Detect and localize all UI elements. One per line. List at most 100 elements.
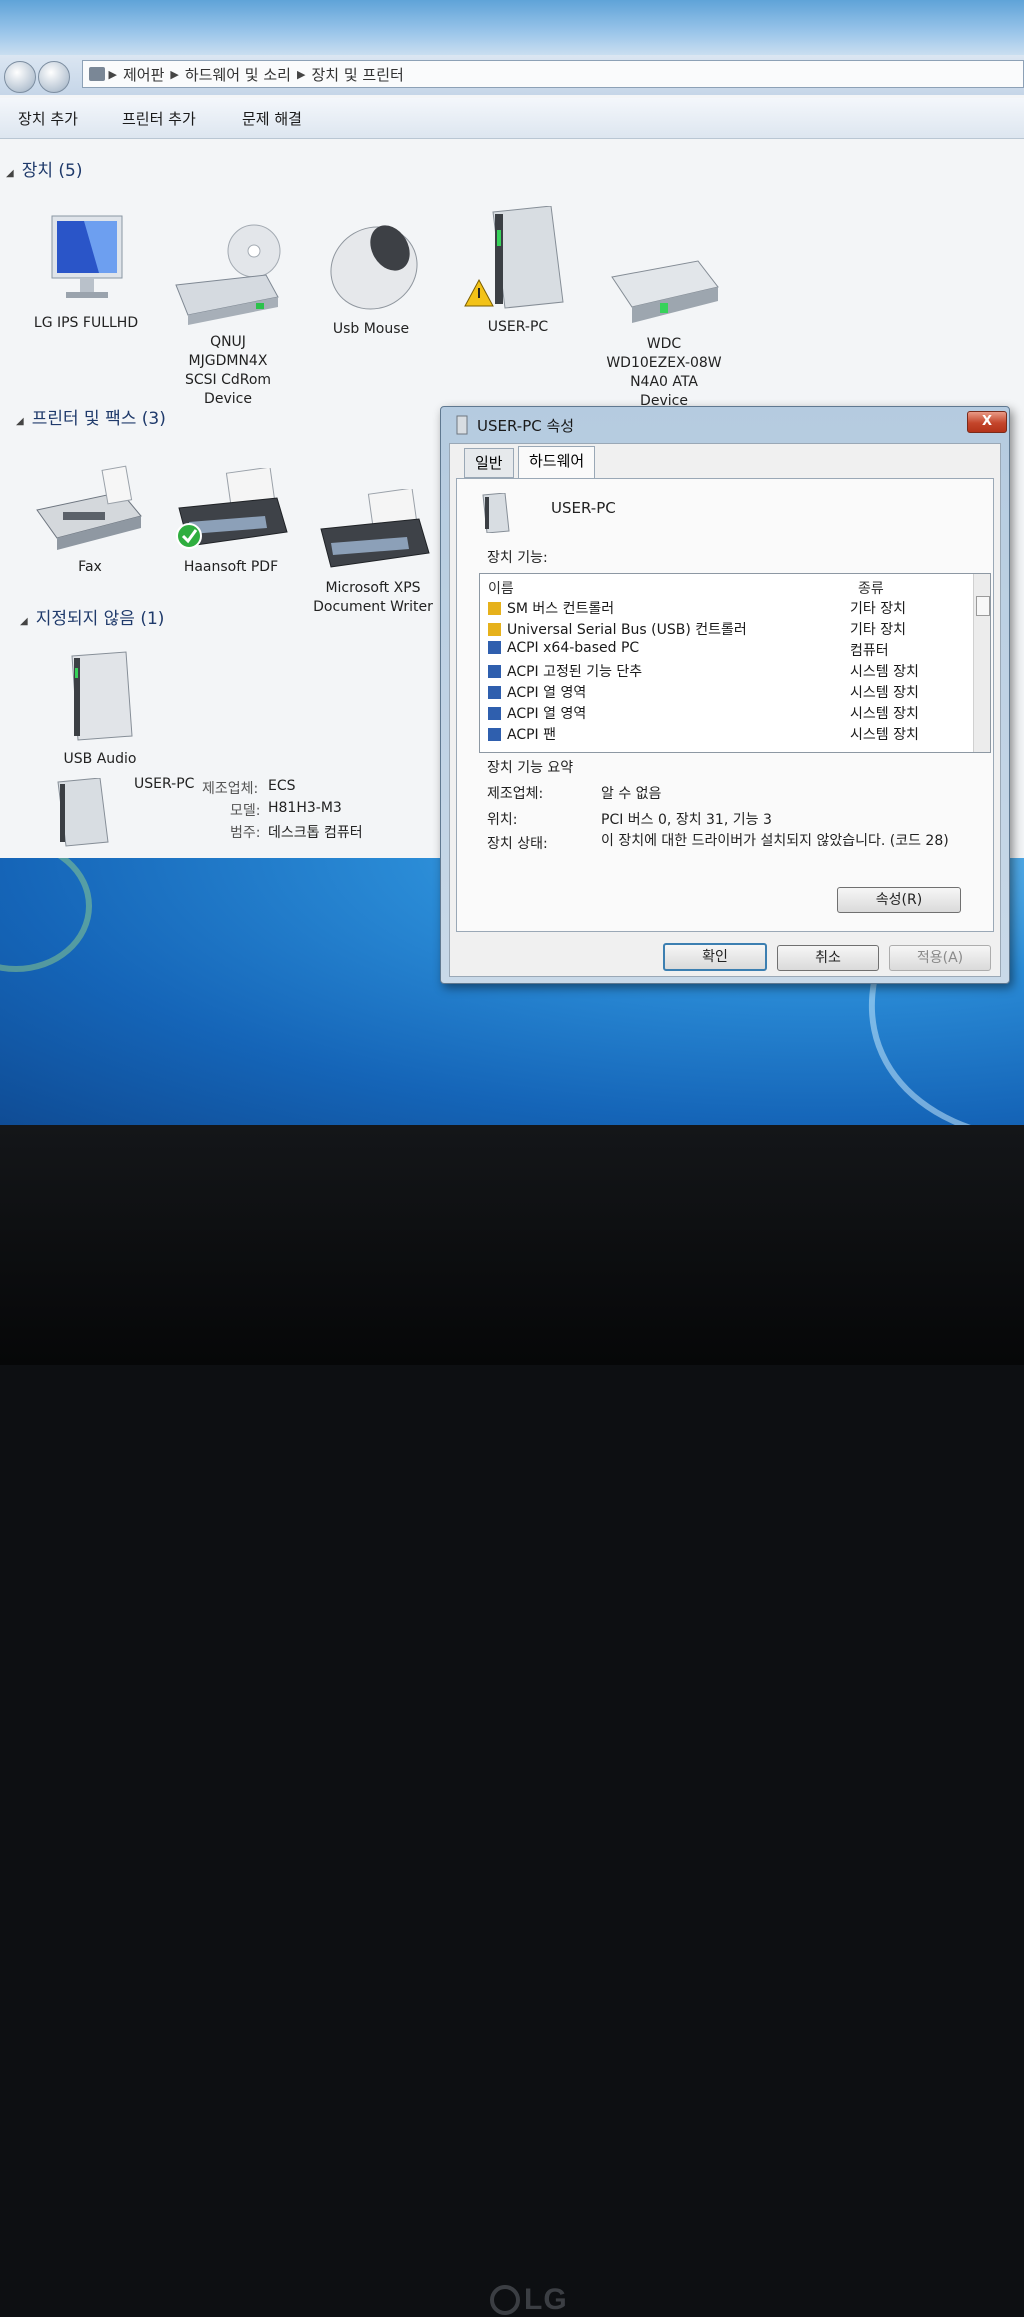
command-bar: 장치 추가 프린터 추가 문제 해결	[0, 98, 1024, 139]
group-devices-header[interactable]: ◢ 장치 (5)	[6, 156, 82, 181]
chevron-right-icon: ▶	[105, 67, 117, 81]
printer-label: Microsoft XPS Document Writer	[313, 580, 433, 615]
column-header-name[interactable]: 이름	[488, 578, 514, 598]
summary-status-label: 장치 상태:	[487, 836, 548, 852]
breadcrumb-devices-printers[interactable]: 장치 및 프린터	[305, 64, 409, 85]
breadcrumb-control-panel[interactable]: 제어판	[117, 64, 170, 85]
row-name: ACPI 팬	[507, 727, 557, 743]
breadcrumb-hardware-sound[interactable]: 하드웨어 및 소리	[179, 64, 297, 85]
cancel-button[interactable]: 취소	[777, 945, 879, 971]
apply-button[interactable]: 적용(A)	[889, 945, 991, 971]
scrollbar-thumb[interactable]	[976, 596, 990, 616]
chevron-right-icon: ▶	[296, 67, 306, 81]
row-type: 시스템 장치	[850, 706, 919, 722]
printer-label: Haansoft PDF	[183, 559, 279, 575]
device-hard-drive[interactable]: WDC WD10EZEX-08W N4A0 ATA Device	[596, 232, 732, 430]
back-button[interactable]	[4, 61, 36, 93]
summary-location-value: PCI 버스 0, 장치 31, 기능 3	[601, 812, 772, 828]
add-device-button[interactable]: 장치 추가	[18, 108, 78, 129]
computer-tower-icon	[456, 415, 468, 435]
row-type: 시스템 장치	[850, 664, 919, 680]
list-item[interactable]: ACPI x64-based PC 컴퓨터	[488, 640, 968, 660]
tab-general-label: 일반	[475, 454, 503, 472]
list-scrollbar[interactable]	[973, 574, 990, 752]
device-functions-list[interactable]: 이름 종류 SM 버스 컨트롤러 기타 장치 Universal Serial …	[479, 573, 991, 753]
tab-hardware-label: 하드웨어	[529, 452, 585, 470]
printer-haansoft-pdf[interactable]: Haansoft PDF	[166, 466, 296, 577]
device-label: QNUJ MJGDMN4X SCSI CdRom Device	[184, 334, 272, 407]
collapse-triangle-icon: ◢	[6, 168, 14, 179]
row-name: SM 버스 컨트롤러	[507, 601, 615, 617]
tab-hardware[interactable]: 하드웨어	[518, 446, 596, 479]
printer-xps-writer[interactable]: Microsoft XPS Document Writer	[308, 470, 438, 636]
list-item[interactable]: ACPI 열 영역 시스템 장치	[488, 682, 968, 702]
details-category-label: 범주:	[230, 825, 261, 841]
group-unspecified-title: 지정되지 않음 (1)	[35, 609, 165, 629]
device-label: Usb Mouse	[332, 321, 410, 337]
details-manufacturer-value: ECS	[268, 778, 296, 794]
warning-device-icon	[488, 602, 501, 615]
ok-button-label: 확인	[702, 949, 728, 965]
printer-fax[interactable]: Fax	[30, 462, 150, 577]
device-label: LG IPS FULLHD	[33, 315, 139, 331]
fax-icon	[36, 465, 142, 550]
summary-manufacturer-label: 제조업체:	[487, 786, 544, 802]
system-device-icon	[488, 728, 501, 741]
cancel-button-label: 취소	[815, 950, 841, 966]
list-item[interactable]: SM 버스 컨트롤러 기타 장치	[488, 598, 968, 618]
device-user-pc[interactable]: USER-PC	[452, 205, 584, 337]
summary-manufacturer-value: 알 수 없음	[601, 786, 662, 802]
usb-audio-device-icon	[71, 651, 133, 741]
forward-button[interactable]	[38, 61, 70, 93]
summary-status-value: 이 장치에 대한 드라이버가 설치되지 않았습니다. (코드 28)	[601, 833, 949, 849]
properties-button[interactable]: 속성(R)	[837, 887, 961, 913]
system-device-icon	[488, 686, 501, 699]
lg-logo: LG	[490, 2283, 568, 2317]
row-type: 기타 장치	[850, 622, 906, 638]
details-manufacturer-label: 제조업체:	[202, 781, 259, 797]
device-mouse[interactable]: Usb Mouse	[308, 214, 434, 339]
cdrom-drive-icon	[175, 224, 281, 325]
column-header-type[interactable]: 종류	[858, 578, 884, 598]
summary-title: 장치 기능 요약	[487, 760, 574, 776]
device-monitor[interactable]: LG IPS FULLHD	[30, 212, 142, 333]
details-model-value: H81H3-M3	[268, 800, 342, 816]
dialog-device-name: USER-PC	[551, 499, 616, 517]
row-name: ACPI 고정된 기능 단추	[507, 664, 643, 680]
device-functions-label: 장치 기능:	[487, 550, 548, 566]
row-type: 시스템 장치	[850, 727, 919, 743]
tab-general[interactable]: 일반	[464, 448, 514, 478]
add-printer-button[interactable]: 프린터 추가	[122, 108, 196, 129]
group-devices-title: 장치 (5)	[21, 161, 83, 181]
group-printers-header[interactable]: ◢ 프린터 및 팩스 (3)	[16, 404, 166, 429]
system-device-icon	[488, 707, 501, 720]
lg-logo-mark	[490, 2285, 520, 2315]
chevron-right-icon: ▶	[170, 67, 179, 81]
printer-icon	[176, 466, 288, 549]
list-item[interactable]: ACPI 팬 시스템 장치	[488, 724, 968, 744]
monitor-icon	[51, 215, 123, 298]
computer-tower-icon	[57, 778, 109, 847]
device-usb-audio[interactable]: USB Audio	[52, 648, 148, 769]
list-item[interactable]: ACPI 고정된 기능 단추 시스템 장치	[488, 661, 968, 681]
list-item[interactable]: Universal Serial Bus (USB) 컨트롤러 기타 장치	[488, 619, 968, 639]
list-item[interactable]: ACPI 열 영역 시스템 장치	[488, 703, 968, 723]
ok-button[interactable]: 확인	[663, 943, 767, 971]
troubleshoot-button[interactable]: 문제 해결	[242, 108, 302, 129]
group-printers-title: 프린터 및 팩스 (3)	[31, 409, 166, 429]
device-cdrom[interactable]: QNUJ MJGDMN4X SCSI CdRom Device	[170, 204, 286, 428]
address-bar[interactable]: ▶ 제어판 ▶ 하드웨어 및 소리 ▶ 장치 및 프린터	[82, 60, 1024, 88]
properties-button-label: 속성(R)	[875, 892, 923, 908]
close-button[interactable]: X	[967, 411, 1007, 433]
default-printer-check-icon	[176, 523, 202, 549]
device-label: WDC WD10EZEX-08W N4A0 ATA Device	[606, 336, 722, 409]
dialog-title: USER-PC 속성	[477, 417, 575, 435]
details-model-label: 모델:	[230, 803, 261, 819]
hard-drive-icon	[611, 260, 719, 323]
window-titlebar	[0, 0, 1024, 55]
details-device-name: USER-PC	[134, 776, 195, 792]
group-unspecified-header[interactable]: ◢ 지정되지 않음 (1)	[20, 604, 164, 629]
row-name: ACPI 열 영역	[507, 685, 587, 701]
computer-tower-icon	[482, 493, 510, 533]
brand-name: LG	[524, 2283, 568, 2316]
